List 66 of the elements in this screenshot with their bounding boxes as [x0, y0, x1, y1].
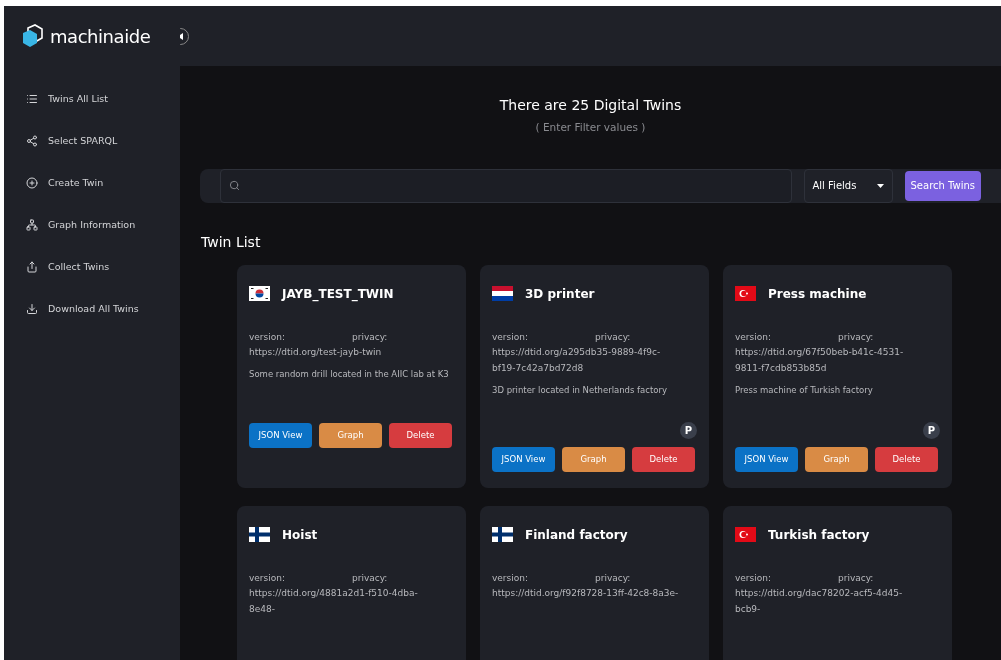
twin-description: Press machine of Turkish factory [735, 384, 874, 397]
version-label: version: [735, 330, 772, 344]
privacy-badge: P [680, 421, 697, 439]
graph-button[interactable]: Graph [562, 446, 625, 472]
logo-text: machinaide [50, 24, 151, 49]
privacy-badge: P [923, 421, 940, 439]
twin-url: https://dtid.org/dac78202-acf5-4d45-bcb9- [735, 587, 904, 617]
json-view-button[interactable]: JSON View [735, 446, 798, 472]
page-title: There are 25 Digital Twins [499, 96, 682, 115]
menu-item-icon [26, 135, 38, 147]
twin-name: Press machine [768, 285, 867, 303]
twin-name: 3D printer [525, 285, 595, 303]
korea-flag-icon [249, 286, 270, 302]
turkey-flag-icon [735, 527, 756, 543]
version-label: version: [492, 571, 529, 585]
menu-item-icon [26, 261, 38, 273]
field-select[interactable]: All Fields [803, 168, 893, 203]
twin-url: https://dtid.org/a295db35-9889-4f9c-bf19-7c42a7bd72d8 [492, 346, 662, 376]
delete-button[interactable]: Delete [389, 422, 452, 448]
json-view-button[interactable]: JSON View [249, 422, 312, 448]
twin-name: Finland factory [525, 526, 628, 544]
search-icon [229, 180, 240, 192]
sidebar-item[interactable]: Twins All List [4, 90, 180, 108]
dropdown-caret-icon [876, 183, 884, 188]
sidebar-item[interactable]: Collect Twins [4, 258, 180, 276]
privacy-label: privacy: [352, 571, 388, 585]
sidebar-item[interactable]: Download All Twins [4, 300, 180, 318]
delete-button[interactable]: Delete [632, 446, 695, 472]
menu-item-icon [26, 303, 38, 315]
graph-button[interactable]: Graph [805, 446, 868, 472]
logo-icon [20, 24, 46, 48]
finland-flag-icon [492, 527, 513, 543]
privacy-label: privacy: [595, 330, 631, 344]
menu-item-icon [26, 93, 38, 105]
twin-name: Hoist [282, 526, 318, 544]
twin-url: https://dtid.org/67f50beb-b41c-4531-9811-f7cdb853b85d [735, 346, 905, 376]
privacy-label: privacy: [838, 330, 874, 344]
privacy-label: privacy: [838, 571, 874, 585]
twin-name: JAYB_TEST_TWIN [282, 285, 394, 303]
version-label: version: [492, 330, 529, 344]
menu-item-icon [26, 219, 38, 231]
menu-item-icon [26, 177, 38, 189]
sidebar-item[interactable]: Select SPARQL [4, 132, 180, 150]
version-label: version: [249, 571, 286, 585]
twin-description: Some random drill located in the AIIC lab at K3 [249, 368, 450, 381]
sidebar-item[interactable]: Graph Information [4, 216, 180, 234]
netherlands-flag-icon [492, 286, 513, 302]
json-view-button[interactable]: JSON View [492, 446, 555, 472]
twin-url: https://dtid.org/4881a2d1-f510-4dba-8e48- [249, 587, 419, 617]
finland-flag-icon [249, 527, 270, 543]
version-label: version: [735, 571, 772, 585]
twin-url: https://dtid.org/test-jayb-twin [249, 346, 383, 360]
twin-url: https://dtid.org/f92f8728-13ff-42c8-8a3e- [492, 587, 680, 601]
turkey-flag-icon [735, 286, 756, 302]
twin-description: 3D printer located in Netherlands factory [492, 384, 669, 397]
page-subtitle: ( Enter Filter values ) [535, 120, 646, 135]
version-label: version: [249, 330, 286, 344]
graph-button[interactable]: Graph [319, 422, 382, 448]
privacy-label: privacy: [595, 571, 631, 585]
search-twins-button[interactable]: Search Twins [904, 170, 981, 201]
sidebar-item[interactable]: Create Twin [4, 174, 180, 192]
twin-name: Turkish factory [768, 526, 870, 544]
section-title: Twin List [201, 232, 262, 252]
delete-button[interactable]: Delete [875, 446, 938, 472]
search-field[interactable] [220, 168, 792, 203]
privacy-label: privacy: [352, 330, 388, 344]
